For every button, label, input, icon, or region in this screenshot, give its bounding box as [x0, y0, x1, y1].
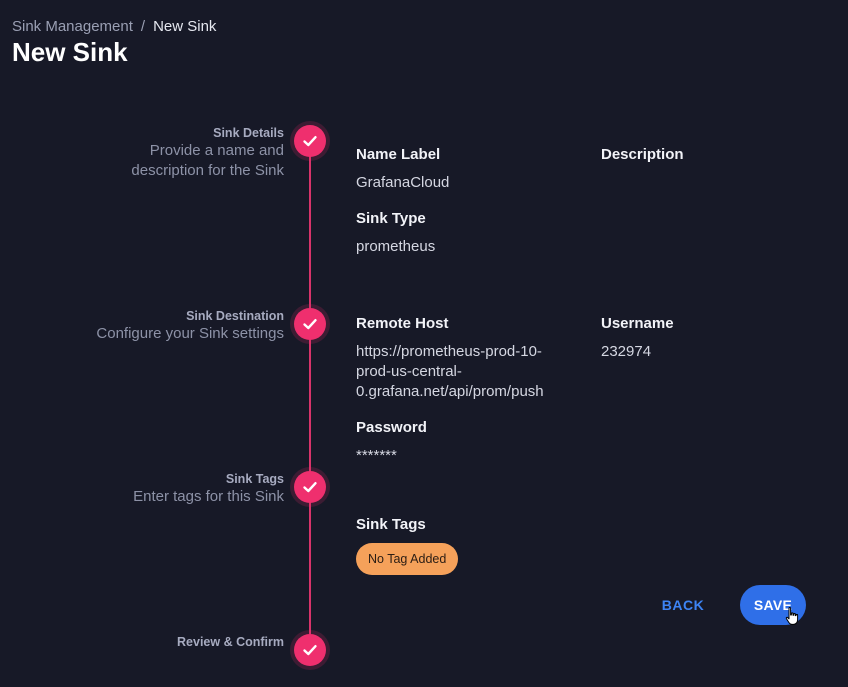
back-button[interactable]: BACK	[652, 586, 714, 624]
sink-type-heading: Sink Type	[356, 210, 426, 227]
step-description-line: Configure your Sink settings	[96, 325, 284, 342]
step-title: Sink Destination	[186, 309, 284, 323]
username-value: 232974	[601, 343, 652, 360]
step-title: Sink Details	[213, 126, 284, 140]
step-title: Review & Confirm	[177, 635, 284, 649]
name-label-heading: Name Label	[356, 146, 441, 163]
breadcrumb-link-sink-management[interactable]: Sink Management	[12, 18, 133, 35]
password-value: *******	[356, 447, 397, 464]
step-sink-destination-status[interactable]	[294, 308, 326, 340]
breadcrumb-separator: /	[140, 18, 146, 35]
sink-type-value: prometheus	[356, 238, 436, 255]
step-description-line: Enter tags for this Sink	[133, 488, 284, 505]
sink-tags-heading: Sink Tags	[356, 516, 426, 533]
password-field: Password *******	[356, 418, 427, 466]
new-sink-page: Sink Management / New Sink New Sink Sink D…	[0, 0, 848, 687]
step-description-line: description for the Sink	[131, 162, 284, 179]
step-sink-details-label: Sink Details Provide a name and descript…	[131, 125, 284, 181]
name-label-value: GrafanaCloud	[356, 174, 450, 191]
remote-host-heading: Remote Host	[356, 315, 449, 332]
hand-pointer-icon	[785, 606, 799, 625]
step-description-line: Provide a name and	[149, 142, 284, 159]
check-icon	[303, 482, 317, 493]
name-label-field: Name Label GrafanaCloud	[356, 145, 449, 193]
remote-host-value: https://prometheus-prod-10-prod-us-centr…	[356, 343, 544, 400]
check-icon	[303, 645, 317, 656]
remote-host-field: Remote Host https://prometheus-prod-10-p…	[356, 314, 566, 402]
page-title: New Sink	[12, 37, 128, 67]
step-review-confirm-status[interactable]	[294, 634, 326, 666]
step-sink-tags-status[interactable]	[294, 471, 326, 503]
username-heading: Username	[601, 315, 674, 332]
username-field: Username 232974	[601, 314, 674, 362]
step-sink-tags-label: Sink Tags Enter tags for this Sink	[133, 471, 284, 507]
step-review-confirm-label: Review & Confirm	[177, 634, 284, 650]
sink-tags-field: Sink Tags	[356, 515, 426, 535]
check-icon	[303, 136, 317, 147]
stepper-line	[309, 140, 311, 650]
check-icon	[303, 319, 317, 330]
breadcrumb-current: New Sink	[153, 18, 217, 35]
password-heading: Password	[356, 419, 427, 436]
description-heading: Description	[601, 146, 684, 163]
sink-type-field: Sink Type prometheus	[356, 209, 435, 257]
no-tag-chip: No Tag Added	[356, 543, 459, 575]
description-field: Description	[601, 145, 684, 173]
step-title: Sink Tags	[225, 472, 284, 486]
step-sink-destination-label: Sink Destination Configure your Sink set…	[96, 308, 284, 344]
breadcrumb: Sink Management / New Sink	[12, 18, 216, 35]
step-sink-details-status[interactable]	[294, 125, 326, 157]
